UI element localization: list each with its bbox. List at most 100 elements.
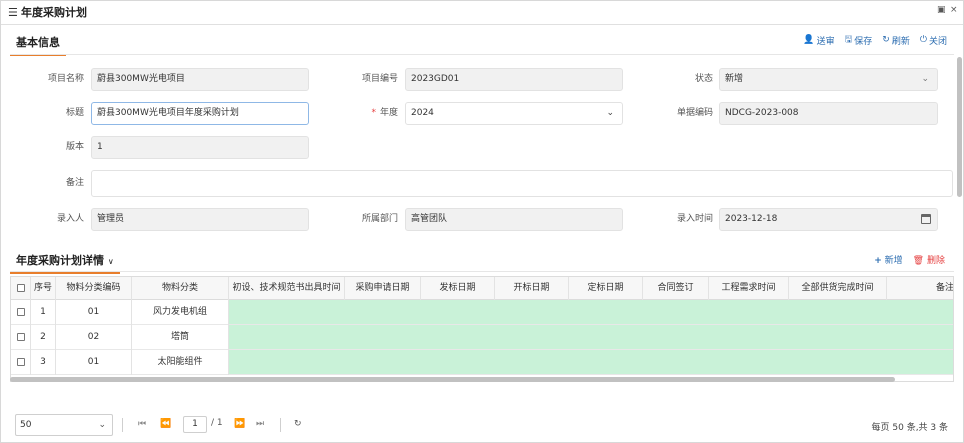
divider: [10, 54, 954, 55]
row-checkbox[interactable]: [16, 307, 25, 316]
category-code: 02: [56, 325, 132, 350]
page-size-select[interactable]: 50 ⌄: [15, 414, 113, 436]
status-value: 新增: [725, 74, 744, 84]
column-header[interactable]: 物料分类: [132, 277, 229, 300]
delete-label: 删除: [926, 256, 945, 266]
column-header[interactable]: 序号: [31, 277, 56, 300]
column-header[interactable]: 发标日期: [421, 277, 495, 300]
refresh-icon: ↻: [882, 35, 890, 45]
year-value: 2024: [411, 108, 434, 118]
close-label: 关闭: [928, 36, 947, 47]
editable-cells[interactable]: [229, 350, 953, 374]
table-row[interactable]: 2 02 塔筒: [11, 325, 953, 350]
editable-cells[interactable]: [229, 300, 953, 324]
refresh-icon[interactable]: ↻: [294, 417, 302, 431]
chevron-down-icon: ∨: [107, 257, 114, 266]
row-checkbox-cell[interactable]: [11, 350, 31, 375]
year-label: 年度: [379, 108, 398, 118]
column-header[interactable]: 合同签订: [643, 277, 709, 300]
last-page-icon[interactable]: ⏭: [256, 417, 264, 431]
entered-by-label: 录入人: [56, 214, 84, 224]
add-label: 新增: [884, 256, 903, 266]
doc-code-field[interactable]: NDCG-2023-008: [719, 102, 938, 125]
detail-header[interactable]: 年度采购计划详情 ∨: [10, 246, 120, 274]
version-label: 版本: [65, 142, 84, 152]
detail-title: 年度采购计划详情: [16, 254, 104, 267]
entry-time-field[interactable]: 2023-12-18: [719, 208, 938, 231]
column-header[interactable]: 初设、技术规范书出具时间: [229, 277, 345, 300]
horizontal-scrollbar[interactable]: [10, 377, 895, 382]
divider: [10, 271, 954, 272]
close-icon[interactable]: ×: [950, 5, 958, 15]
menu-icon[interactable]: ☰: [8, 7, 18, 18]
year-select[interactable]: 2024 ⌄: [405, 102, 623, 125]
form-toolbar: 👤 送审 🖫 保存 ↻ 刷新 ⏻ 关闭: [803, 32, 947, 48]
column-header[interactable]: 采购申请日期: [345, 277, 421, 300]
window: ☰ 年度采购计划 ▣ × 基本信息 👤 送审 🖫 保存 ↻ 刷新 ⏻ 关闭 项目…: [0, 0, 964, 443]
submit-button[interactable]: 👤 送审: [803, 32, 834, 48]
row-checkbox-cell[interactable]: [11, 300, 31, 325]
column-header[interactable]: 全部供货完成时间: [789, 277, 887, 300]
window-title: 年度采购计划: [21, 6, 87, 19]
select-all-checkbox[interactable]: [16, 283, 25, 292]
title-label: 标题: [65, 108, 84, 118]
version-field[interactable]: 1: [91, 136, 309, 159]
project-code-field[interactable]: 2023GD01: [405, 68, 623, 91]
row-checkbox[interactable]: [16, 332, 25, 341]
column-header[interactable]: 开标日期: [495, 277, 569, 300]
save-button[interactable]: 🖫 保存: [845, 32, 873, 48]
chevron-down-icon: ⌄: [98, 420, 106, 430]
plus-icon: +: [874, 256, 882, 266]
title-input[interactable]: 蔚县300MW光电项目年度采购计划: [91, 102, 309, 125]
project-name-field[interactable]: 蔚县300MW光电项目: [91, 68, 309, 91]
power-icon: ⏻: [919, 35, 927, 45]
detail-title-wrap: 年度采购计划详情 ∨: [10, 246, 120, 274]
row-number: 3: [31, 350, 56, 375]
grid-toolbar: + 新增 🗑 删除: [874, 253, 945, 266]
row-number: 2: [31, 325, 56, 350]
restore-icon[interactable]: ▣: [937, 5, 946, 15]
status-select[interactable]: 新增 ⌄: [719, 68, 938, 91]
column-header[interactable]: 工程需求时间: [709, 277, 789, 300]
pager-summary: 每页 50 条,共 3 条: [871, 423, 948, 433]
user-icon: 👤: [803, 35, 815, 45]
divider: [122, 418, 123, 432]
vertical-scrollbar[interactable]: [957, 57, 962, 197]
refresh-button[interactable]: ↻ 刷新: [882, 32, 910, 48]
trash-icon: 🗑: [912, 256, 925, 266]
table-row[interactable]: 1 01 风力发电机组: [11, 300, 953, 325]
submit-label: 送审: [816, 36, 835, 47]
status-label: 状态: [694, 74, 713, 84]
editable-cells[interactable]: [229, 325, 953, 349]
first-page-icon[interactable]: ⏮: [138, 417, 146, 431]
next-page-icon[interactable]: ⏩: [234, 417, 245, 431]
basic-info-header: 基本信息: [10, 28, 66, 56]
grid-header: 序号 物料分类编码 物料分类 初设、技术规范书出具时间 采购申请日期 发标日期 …: [11, 277, 953, 300]
row-checkbox[interactable]: [16, 357, 25, 366]
column-header[interactable]: 物料分类编码: [56, 277, 132, 300]
department-label: 所属部门: [361, 214, 398, 224]
select-all-checkbox-cell[interactable]: [11, 277, 31, 300]
add-row-button[interactable]: + 新增: [874, 253, 902, 266]
remark-input[interactable]: [91, 170, 953, 197]
chevron-down-icon: ⌄: [606, 108, 614, 118]
detail-grid: 序号 物料分类编码 物料分类 初设、技术规范书出具时间 采购申请日期 发标日期 …: [10, 276, 954, 382]
calendar-icon[interactable]: [921, 214, 931, 224]
delete-row-button[interactable]: 🗑 删除: [913, 253, 945, 266]
remark-label: 备注: [65, 178, 84, 188]
doc-code-label: 单据编码: [676, 108, 713, 118]
year-label-wrap: * 年度: [336, 102, 398, 124]
table-row[interactable]: 3 01 太阳能组件: [11, 350, 953, 375]
column-header[interactable]: 定标日期: [569, 277, 643, 300]
page-number-input[interactable]: 1: [183, 416, 207, 433]
divider: [280, 418, 281, 432]
row-checkbox-cell[interactable]: [11, 325, 31, 350]
department-field[interactable]: 高管团队: [405, 208, 623, 231]
entered-by-field[interactable]: 管理员: [91, 208, 309, 231]
column-header[interactable]: 备注: [887, 277, 953, 300]
chevron-down-icon: ⌄: [921, 74, 929, 84]
close-button[interactable]: ⏻ 关闭: [920, 32, 947, 48]
prev-page-icon[interactable]: ⏪: [160, 417, 171, 431]
row-number: 1: [31, 300, 56, 325]
save-label: 保存: [854, 36, 873, 47]
